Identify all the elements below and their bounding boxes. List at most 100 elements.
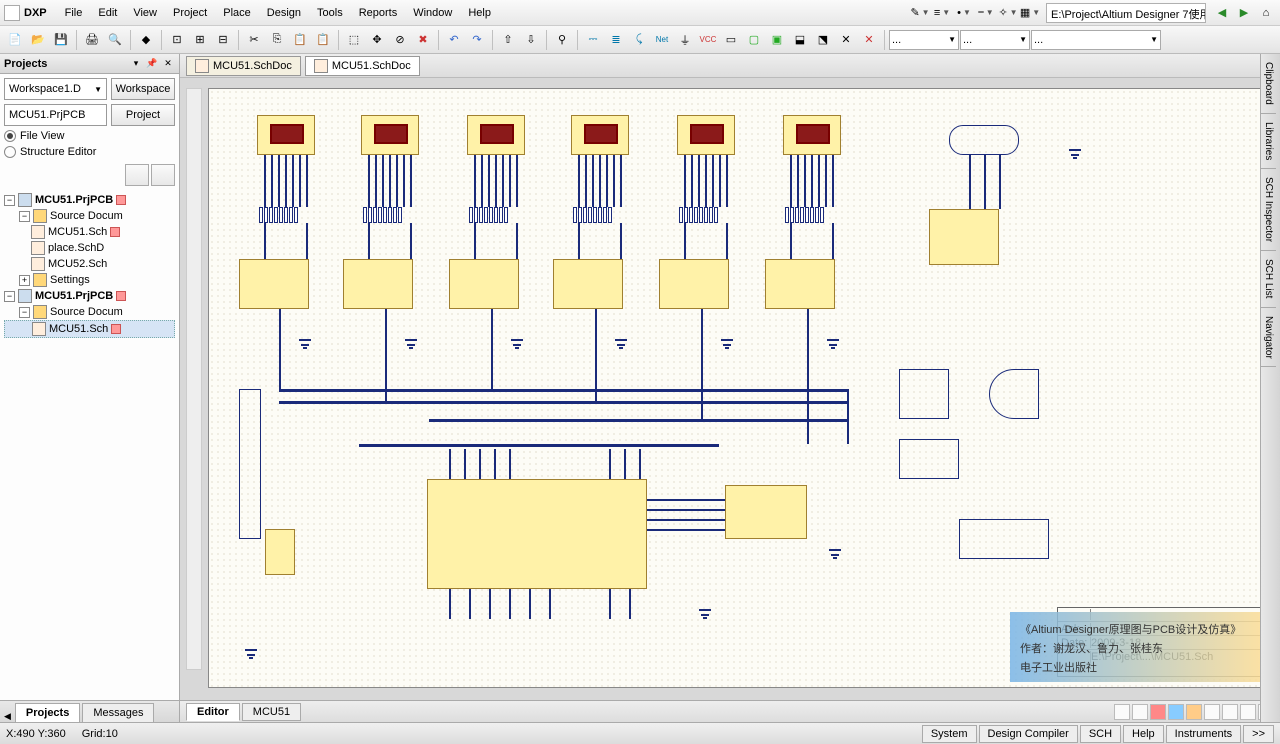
tree-file-4[interactable]: MCU51.Sch [4, 320, 175, 338]
status-help[interactable]: Help [1123, 725, 1164, 743]
seven-seg-5[interactable] [677, 115, 735, 155]
filter-red-icon[interactable] [1150, 704, 1166, 720]
status-sch[interactable]: SCH [1080, 725, 1121, 743]
zoom-fit-icon[interactable]: ⊡ [166, 29, 188, 51]
dim-icon[interactable] [1132, 704, 1148, 720]
rs232-ic[interactable] [929, 209, 999, 265]
gate-1[interactable] [989, 369, 1039, 419]
menu-view[interactable]: View [125, 3, 165, 23]
print-icon[interactable]: 🖨 [81, 29, 103, 51]
pin-icon[interactable]: ⎯▼ [976, 3, 996, 23]
filter-combo-2[interactable]: ...▼ [960, 30, 1030, 50]
lines-icon[interactable]: ≡▼ [932, 3, 952, 23]
menu-edit[interactable]: Edit [90, 3, 125, 23]
nav-fwd-icon[interactable]: ▶ [1234, 3, 1254, 23]
menu-design[interactable]: Design [259, 3, 309, 23]
panel-menu-icon[interactable]: ▾ [129, 57, 143, 71]
schematic-sheet[interactable]: Ask Date:2009-3-18 E:\Project\...\MCU51.… [208, 88, 1280, 688]
crystal-circuit[interactable] [239, 389, 261, 539]
power-circuit[interactable] [959, 519, 1049, 559]
split-h-icon[interactable] [1222, 704, 1238, 720]
mcu-8051[interactable] [427, 479, 647, 589]
tree-project-2[interactable]: −MCU51.PrjPCB [4, 288, 175, 304]
seven-seg-6[interactable] [783, 115, 841, 155]
status-system[interactable]: System [922, 725, 977, 743]
filter-orange-icon[interactable] [1186, 704, 1202, 720]
cut-icon[interactable]: ✂ [243, 29, 265, 51]
driver-ic-6[interactable] [765, 259, 835, 309]
tree-source-1[interactable]: −Source Docum [4, 208, 175, 224]
open-icon[interactable]: 📂 [27, 29, 49, 51]
panel-pin-icon[interactable]: 📌 [145, 57, 159, 71]
side-tab-inspector[interactable]: SCH Inspector [1261, 169, 1276, 251]
filter-combo-3[interactable]: ...▼ [1031, 30, 1161, 50]
tree-project-1[interactable]: −MCU51.PrjPCB [4, 192, 175, 208]
preview-icon[interactable]: 🔍 [104, 29, 126, 51]
new-icon[interactable]: 📄 [4, 29, 26, 51]
menu-tools[interactable]: Tools [309, 3, 351, 23]
filter-combo-1[interactable]: ...▼ [889, 30, 959, 50]
pencil-icon[interactable]: ✎▼ [910, 3, 930, 23]
workspace-combo[interactable]: Workspace1.D▼ [4, 78, 107, 100]
dxp-menu[interactable]: DXP [24, 7, 47, 19]
doc-tab-1[interactable]: MCU51.SchDoc [186, 56, 301, 76]
status-compiler[interactable]: Design Compiler [979, 725, 1078, 743]
noecr-icon[interactable]: ✕ [835, 29, 857, 51]
tree-file-3[interactable]: MCU52.Sch [4, 256, 175, 272]
clear-filter-icon[interactable] [1204, 704, 1220, 720]
paste-icon[interactable]: 📋 [289, 29, 311, 51]
busjoin-icon[interactable]: ⤹ [628, 29, 650, 51]
split-v-icon[interactable] [1240, 704, 1256, 720]
sheetentry-icon[interactable]: ▣ [766, 29, 788, 51]
resistor-array-6[interactable] [785, 207, 824, 223]
menu-place[interactable]: Place [215, 3, 259, 23]
driver-ic-1[interactable] [239, 259, 309, 309]
menu-window[interactable]: Window [405, 3, 460, 23]
menu-help[interactable]: Help [460, 3, 499, 23]
path-combo[interactable]: E:\Project\Altium Designer 7使用 [1046, 3, 1206, 23]
status-instruments[interactable]: Instruments [1166, 725, 1241, 743]
hierarchy-up-icon[interactable]: ⇧ [497, 29, 519, 51]
netlabel-icon[interactable]: Net [651, 29, 673, 51]
compile-icon[interactable]: ◆ [135, 29, 157, 51]
sheet-icon[interactable]: ▢ [743, 29, 765, 51]
driver-ic-5[interactable] [659, 259, 729, 309]
seven-seg-1[interactable] [257, 115, 315, 155]
wire-icon[interactable]: ⎓ [582, 29, 604, 51]
side-tab-navigator[interactable]: Navigator [1261, 308, 1276, 368]
deselect-icon[interactable]: ⊘ [389, 29, 411, 51]
circuit-block-2[interactable] [899, 439, 959, 479]
driver-ic-2[interactable] [343, 259, 413, 309]
part-icon[interactable]: ▭ [720, 29, 742, 51]
hierarchy-dn-icon[interactable]: ⇩ [520, 29, 542, 51]
undo-icon[interactable]: ↶ [443, 29, 465, 51]
doc-tab-2[interactable]: MCU51.SchDoc [305, 56, 420, 76]
redo-icon[interactable]: ↷ [466, 29, 488, 51]
tree-file-2[interactable]: place.SchD [4, 240, 175, 256]
mask-icon[interactable] [1114, 704, 1130, 720]
schematic-canvas[interactable]: Ask Date:2009-3-18 E:\Project\...\MCU51.… [180, 78, 1280, 700]
resistor-array-3[interactable] [469, 207, 508, 223]
move-icon[interactable]: ✥ [366, 29, 388, 51]
workspace-button[interactable]: Workspace [111, 78, 175, 100]
menu-reports[interactable]: Reports [351, 3, 406, 23]
resistor-array-2[interactable] [363, 207, 402, 223]
port-icon[interactable]: ⬓ [789, 29, 811, 51]
save-icon[interactable]: 💾 [50, 29, 72, 51]
tab-mcu51[interactable]: MCU51 [242, 703, 301, 721]
structure-editor-radio[interactable]: Structure Editor [4, 146, 175, 158]
latch-ic[interactable] [725, 485, 807, 539]
dot-icon[interactable]: •▼ [954, 3, 974, 23]
seven-seg-3[interactable] [467, 115, 525, 155]
seven-seg-4[interactable] [571, 115, 629, 155]
file-view-radio[interactable]: File View [4, 130, 175, 142]
status-more[interactable]: >> [1243, 725, 1274, 743]
tab-messages[interactable]: Messages [82, 703, 154, 722]
crystal-osc[interactable] [265, 529, 295, 575]
panel-close-icon[interactable]: ✕ [161, 57, 175, 71]
tab-projects[interactable]: Projects [15, 703, 80, 722]
nav-back-icon[interactable]: ◀ [1212, 3, 1232, 23]
resistor-array-1[interactable] [259, 207, 298, 223]
grid-icon[interactable]: ▦▼ [1020, 3, 1040, 23]
port2-icon[interactable]: ⬔ [812, 29, 834, 51]
